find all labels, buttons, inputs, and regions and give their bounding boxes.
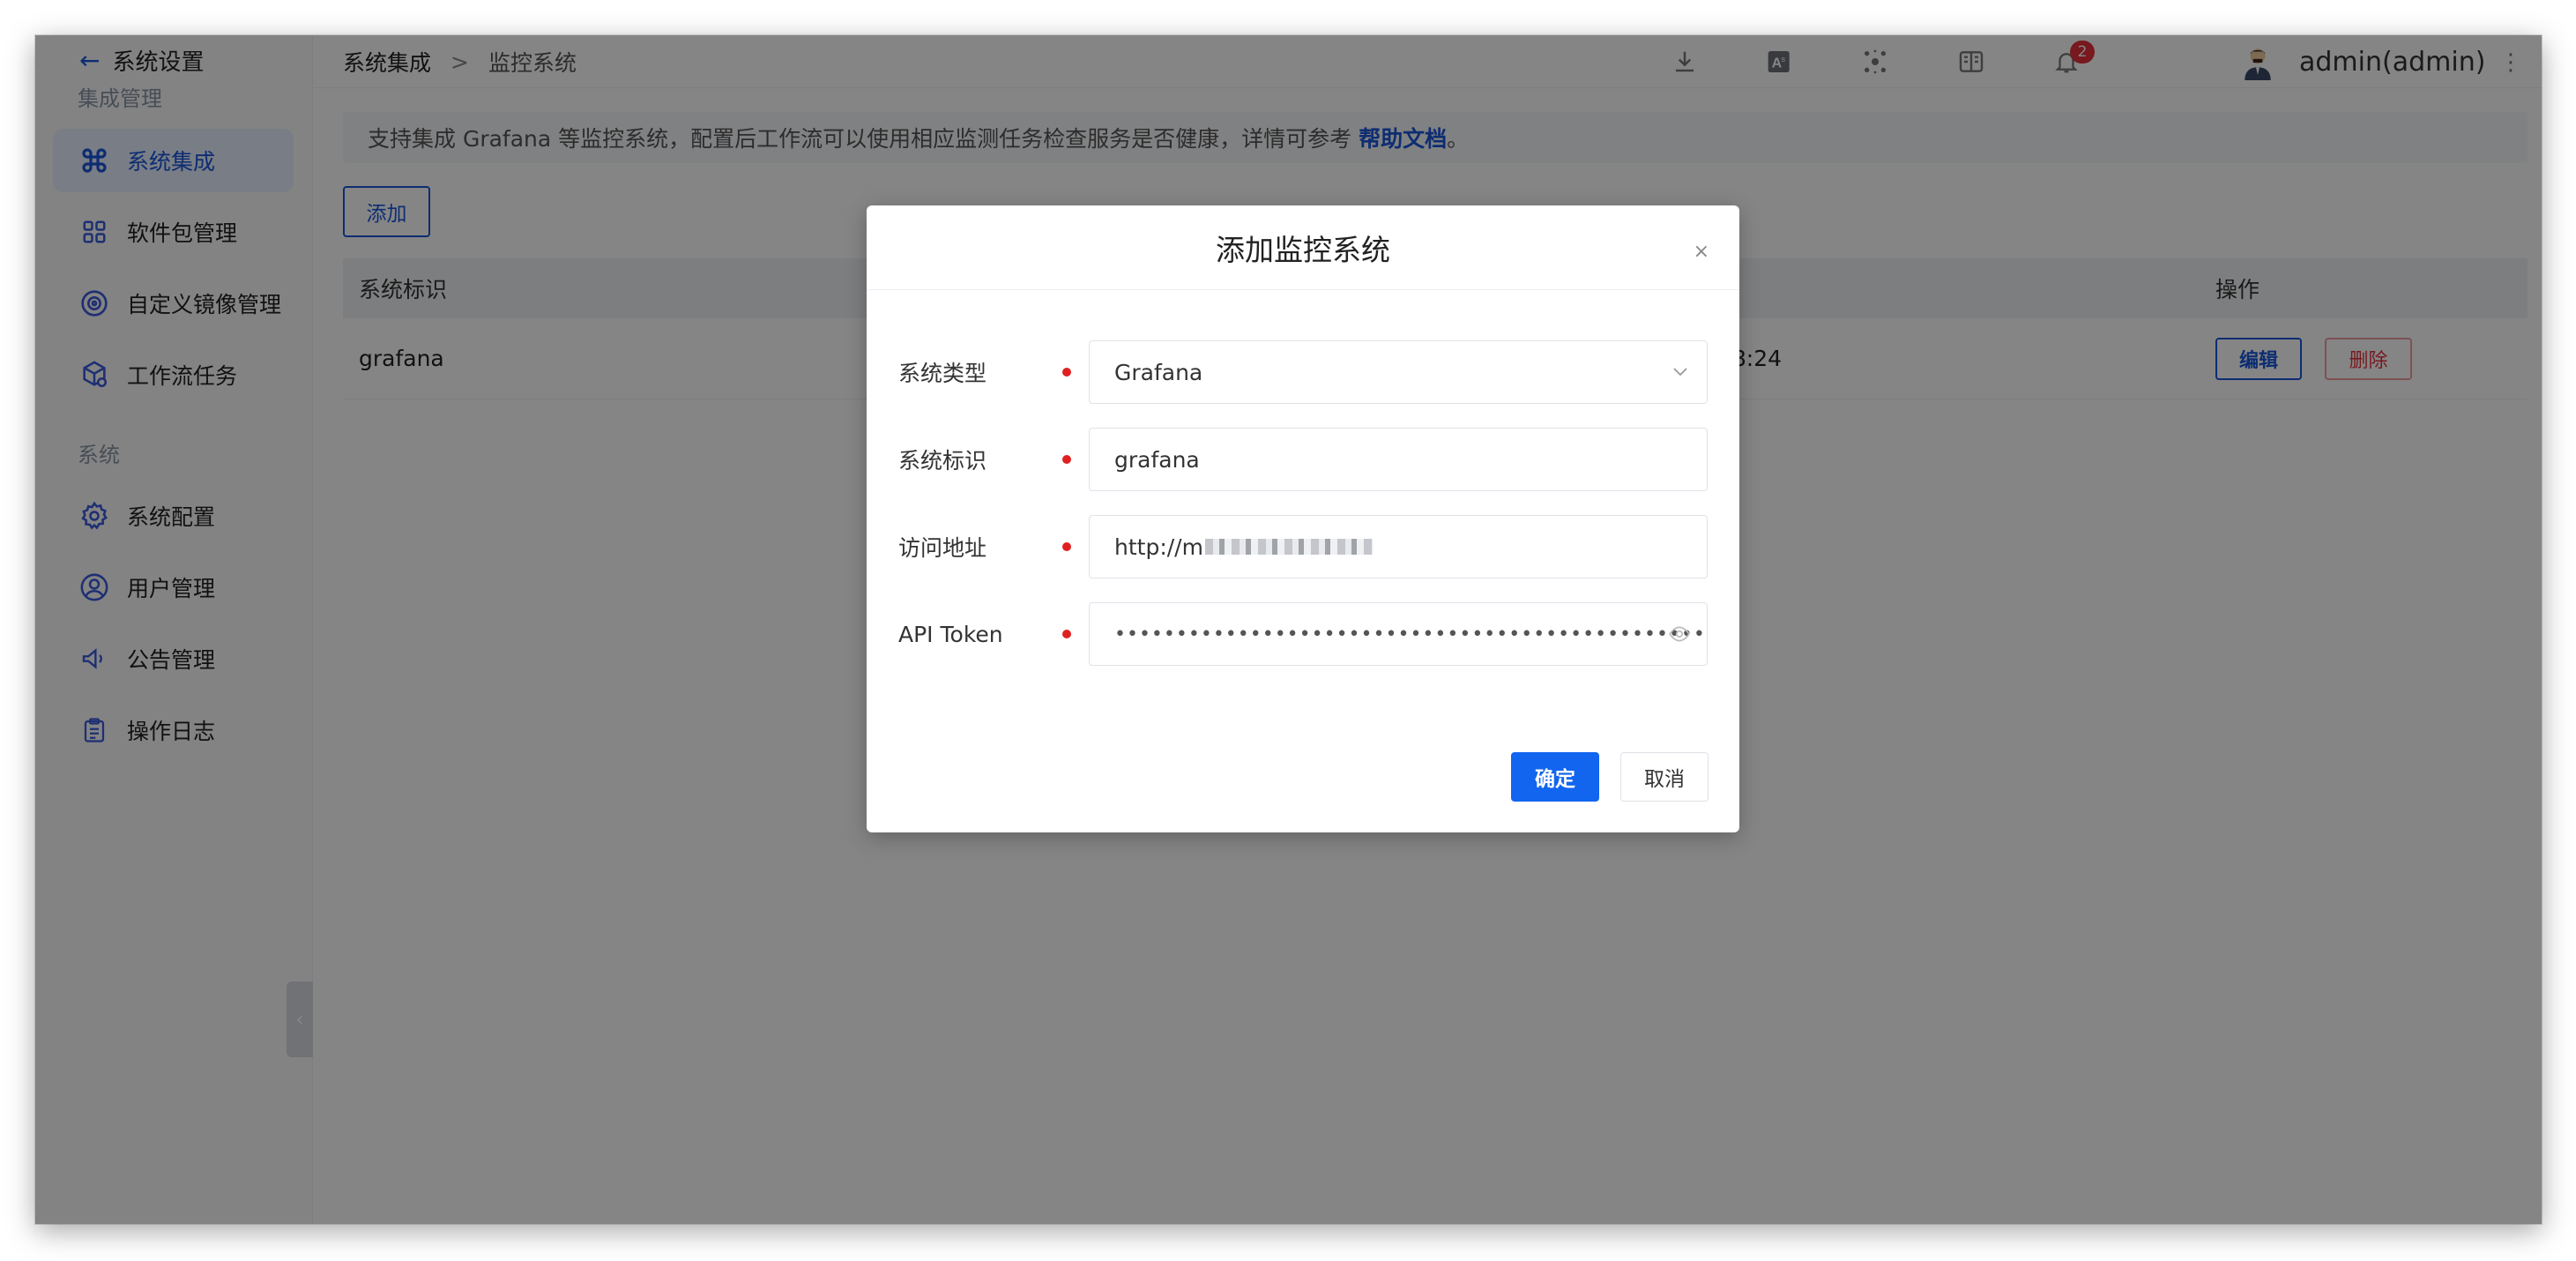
input-value: http://m xyxy=(1114,534,1203,560)
dialog-title: 添加监控系统 xyxy=(1216,232,1390,267)
add-monitor-dialog: 添加监控系统 × 系统类型 Grafana 系统标识 grafana 访问地址 xyxy=(867,205,1739,832)
confirm-button[interactable]: 确定 xyxy=(1511,752,1599,802)
close-icon[interactable]: × xyxy=(1694,241,1709,263)
required-indicator xyxy=(1062,368,1071,377)
required-indicator xyxy=(1062,455,1071,464)
field-system-type: 系统类型 Grafana xyxy=(898,340,1708,404)
redacted-text xyxy=(1204,539,1373,555)
select-value: Grafana xyxy=(1114,359,1203,385)
chevron-down-icon xyxy=(1670,361,1691,387)
access-url-input[interactable]: http://m xyxy=(1089,515,1708,578)
cancel-button[interactable]: 取消 xyxy=(1620,752,1709,802)
field-label: 访问地址 xyxy=(898,535,987,561)
password-value: ••••••••••••••••••••••••••••••••••••••••… xyxy=(1114,623,1706,645)
field-api-token: API Token ••••••••••••••••••••••••••••••… xyxy=(898,602,1708,666)
api-token-input[interactable]: ••••••••••••••••••••••••••••••••••••••••… xyxy=(1089,602,1708,666)
field-label: 系统类型 xyxy=(898,361,987,386)
input-value: grafana xyxy=(1114,446,1200,473)
field-access-url: 访问地址 http://m xyxy=(898,515,1708,578)
system-type-select[interactable]: Grafana xyxy=(1089,340,1708,404)
required-indicator xyxy=(1062,630,1071,638)
eye-icon[interactable] xyxy=(1668,623,1691,651)
field-system-id: 系统标识 grafana xyxy=(898,428,1708,491)
required-indicator xyxy=(1062,542,1071,551)
app-window: ← 系统设置 集成管理 系统集成 软件包管理 自定义镜像管理 工作流任务 系统 … xyxy=(35,35,2542,1224)
system-id-input[interactable]: grafana xyxy=(1089,428,1708,491)
field-label: API Token xyxy=(898,621,1003,647)
dialog-header: 添加监控系统 × xyxy=(867,205,1739,290)
field-label: 系统标识 xyxy=(898,448,987,474)
